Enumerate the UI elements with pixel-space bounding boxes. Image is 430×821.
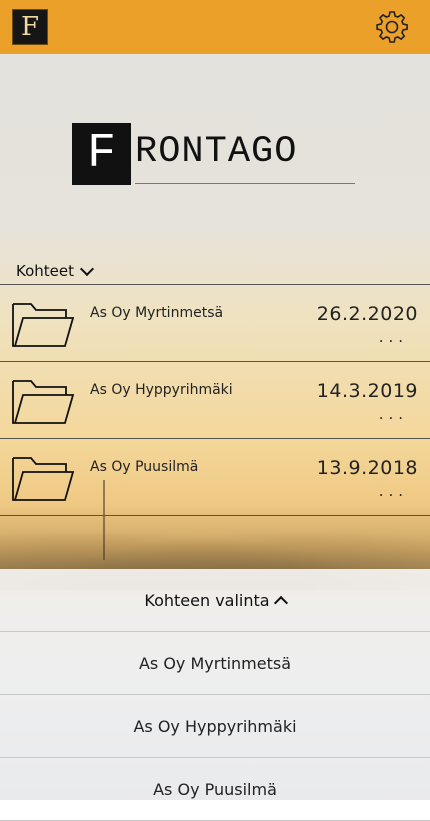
picker-option[interactable]: As Oy Puusilmä xyxy=(0,758,430,821)
more-options-icon[interactable]: ... xyxy=(379,328,408,346)
more-options-icon[interactable]: ... xyxy=(379,405,408,423)
list-item[interactable]: As Oy Puusilmä 13.9.2018 ... xyxy=(0,438,430,516)
picker-title: Kohteen valinta xyxy=(144,590,270,610)
section-toggle-kohteet[interactable]: Kohteet xyxy=(16,261,95,280)
section-label: Kohteet xyxy=(16,262,74,280)
gear-icon[interactable] xyxy=(374,9,410,45)
item-date: 26.2.2020 xyxy=(316,303,418,325)
folder-icon xyxy=(12,303,75,347)
list-item[interactable]: As Oy Hyppyrihmäki 14.3.2019 ... xyxy=(0,361,430,438)
logo-wordmark: RONTAGO xyxy=(135,131,298,173)
logo-underline xyxy=(135,183,355,184)
picker-header[interactable]: Kohteen valinta xyxy=(0,569,430,632)
item-name: As Oy Myrtinmetsä xyxy=(90,305,224,321)
top-bar: F xyxy=(0,0,430,54)
item-name: As Oy Hyppyrihmäki xyxy=(90,382,233,398)
folder-icon xyxy=(12,380,75,424)
app-logo-icon[interactable]: F xyxy=(12,9,48,45)
item-name: As Oy Puusilmä xyxy=(90,459,199,475)
list-item[interactable]: As Oy Myrtinmetsä 26.2.2020 ... xyxy=(0,284,430,361)
picker-option[interactable]: As Oy Myrtinmetsä xyxy=(0,632,430,695)
item-date: 13.9.2018 xyxy=(316,457,418,479)
property-list: As Oy Myrtinmetsä 26.2.2020 ... As Oy Hy… xyxy=(0,284,430,516)
picker-option[interactable]: As Oy Hyppyrihmäki xyxy=(0,695,430,758)
logo-letter-box: F xyxy=(72,123,131,185)
more-options-icon[interactable]: ... xyxy=(379,482,408,500)
folder-icon xyxy=(12,457,75,501)
chevron-up-icon xyxy=(273,595,288,610)
frontago-logo: F RONTAGO xyxy=(72,123,356,187)
property-picker-panel: Kohteen valinta As Oy Myrtinmetsä As Oy … xyxy=(0,569,430,821)
item-date: 14.3.2019 xyxy=(316,380,418,402)
chevron-down-icon xyxy=(79,261,95,276)
